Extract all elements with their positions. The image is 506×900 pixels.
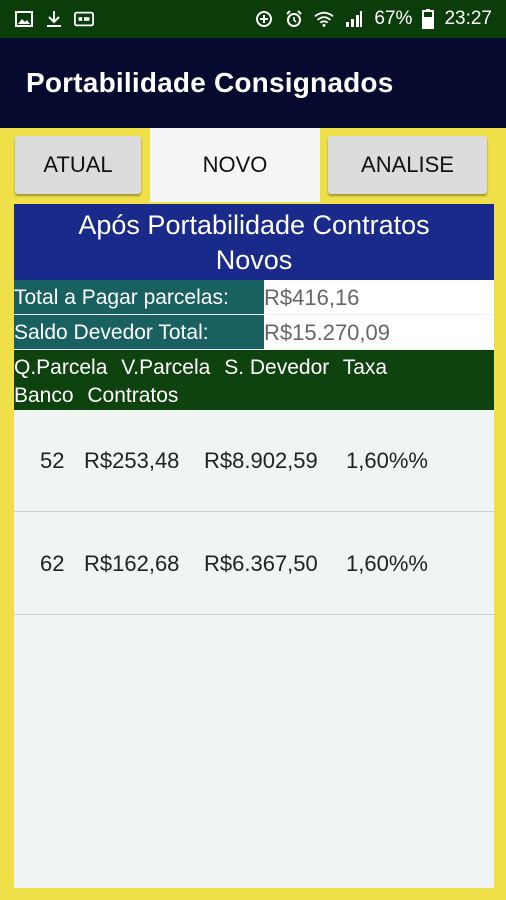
saldo-label: Saldo Devedor Total: — [14, 315, 264, 349]
panel-heading-line1: Após Portabilidade Contratos — [78, 210, 430, 240]
tab-novo[interactable]: NOVO — [150, 128, 320, 202]
row-valor: R$162,68 — [84, 551, 180, 576]
panel-heading-line2: Novos — [215, 245, 293, 275]
contract-row[interactable]: 62 R$162,68 R$6.367,50 1,60%% — [14, 513, 494, 615]
total-value: R$416,16 — [264, 280, 494, 314]
status-bar: 67% 23:27 — [0, 0, 506, 38]
app-bar: Portabilidade Consignados — [0, 38, 506, 128]
image-icon — [14, 10, 34, 28]
row-qtd: 52 — [40, 448, 65, 473]
status-left-icons — [14, 10, 94, 28]
row-valor: R$253,48 — [84, 448, 180, 473]
novo-panel: Após Portabilidade Contratos Novos Total… — [14, 204, 494, 888]
column-header-line2: Banco Contratos — [14, 382, 494, 410]
col-saldo-devedor: S. Devedor — [224, 356, 330, 379]
tab-atual[interactable]: ATUAL — [15, 136, 141, 194]
row-taxa: 1,60%% — [346, 551, 428, 576]
signal-icon — [344, 10, 364, 28]
col-taxa: Taxa — [342, 356, 388, 379]
column-header-line1: Q.Parcela V.Parcela S. Devedor Taxa — [14, 354, 494, 382]
clock: 23:27 — [444, 8, 492, 29]
col-banco: Banco — [14, 384, 74, 407]
row-qtd: 62 — [40, 551, 65, 576]
column-header: Q.Parcela V.Parcela S. Devedor Taxa Banc… — [14, 350, 494, 410]
panel-heading: Após Portabilidade Contratos Novos — [14, 204, 494, 280]
col-contratos: Contratos — [87, 384, 179, 407]
row-saldo: R$6.367,50 — [204, 551, 318, 576]
content-area: ATUAL NOVO ANALISE Após Portabilidade Co… — [0, 128, 506, 900]
col-valor-parcela: V.Parcela — [121, 356, 211, 379]
col-qtd-parcela: Q.Parcela — [14, 356, 108, 379]
data-saver-icon — [254, 10, 274, 28]
gif-icon — [74, 10, 94, 28]
download-icon — [44, 10, 64, 28]
tab-analise[interactable]: ANALISE — [328, 136, 487, 194]
total-label: Total a Pagar parcelas: — [14, 280, 264, 314]
contract-row[interactable]: 52 R$253,48 R$8.902,59 1,60%% — [14, 410, 494, 512]
saldo-value: R$15.270,09 — [264, 315, 494, 349]
status-right-icons: 67% 23:27 — [254, 8, 492, 30]
row-saldo: R$8.902,59 — [204, 448, 318, 473]
battery-icon — [422, 9, 435, 29]
alarm-icon — [284, 10, 304, 28]
row-taxa: 1,60%% — [346, 448, 428, 473]
wifi-icon — [314, 10, 335, 28]
app-title: Portabilidade Consignados — [26, 67, 394, 98]
battery-percent: 67% — [374, 8, 413, 29]
